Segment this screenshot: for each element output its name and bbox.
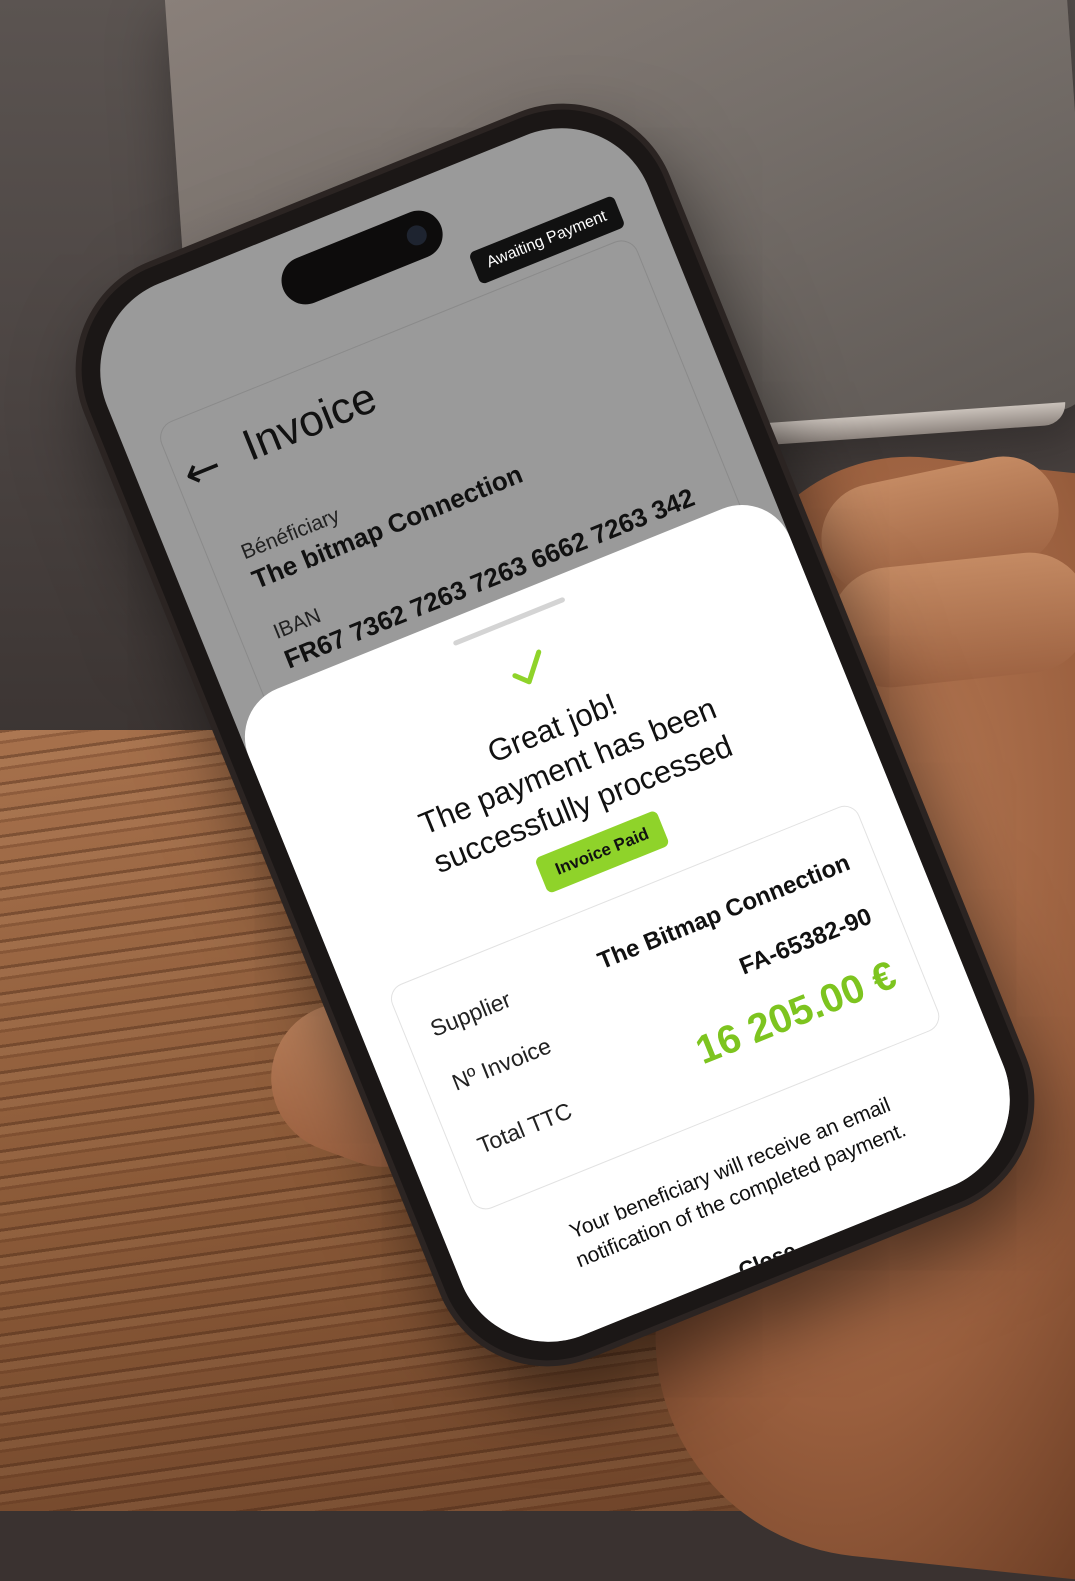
supplier-value: The Bitmap Connection bbox=[594, 849, 854, 976]
supplier-row: Supplier The Bitmap Connection bbox=[427, 849, 854, 1042]
total-value: 16 205.00 € bbox=[689, 952, 903, 1073]
phone-screen: Awaiting Payment ← Invoice Bénéficiary T… bbox=[71, 99, 1039, 1371]
invoice-number-label: Nº Invoice bbox=[448, 1032, 555, 1096]
checkmark-icon bbox=[512, 649, 542, 685]
total-label: Total TTC bbox=[473, 1097, 576, 1159]
close-button[interactable]: Close bbox=[729, 1234, 806, 1287]
phone: Awaiting Payment ← Invoice Bénéficiary T… bbox=[48, 76, 1062, 1394]
dynamic-island bbox=[274, 203, 450, 312]
phone-stage: Awaiting Payment ← Invoice Bénéficiary T… bbox=[0, 0, 1075, 1511]
supplier-label: Supplier bbox=[426, 986, 515, 1042]
